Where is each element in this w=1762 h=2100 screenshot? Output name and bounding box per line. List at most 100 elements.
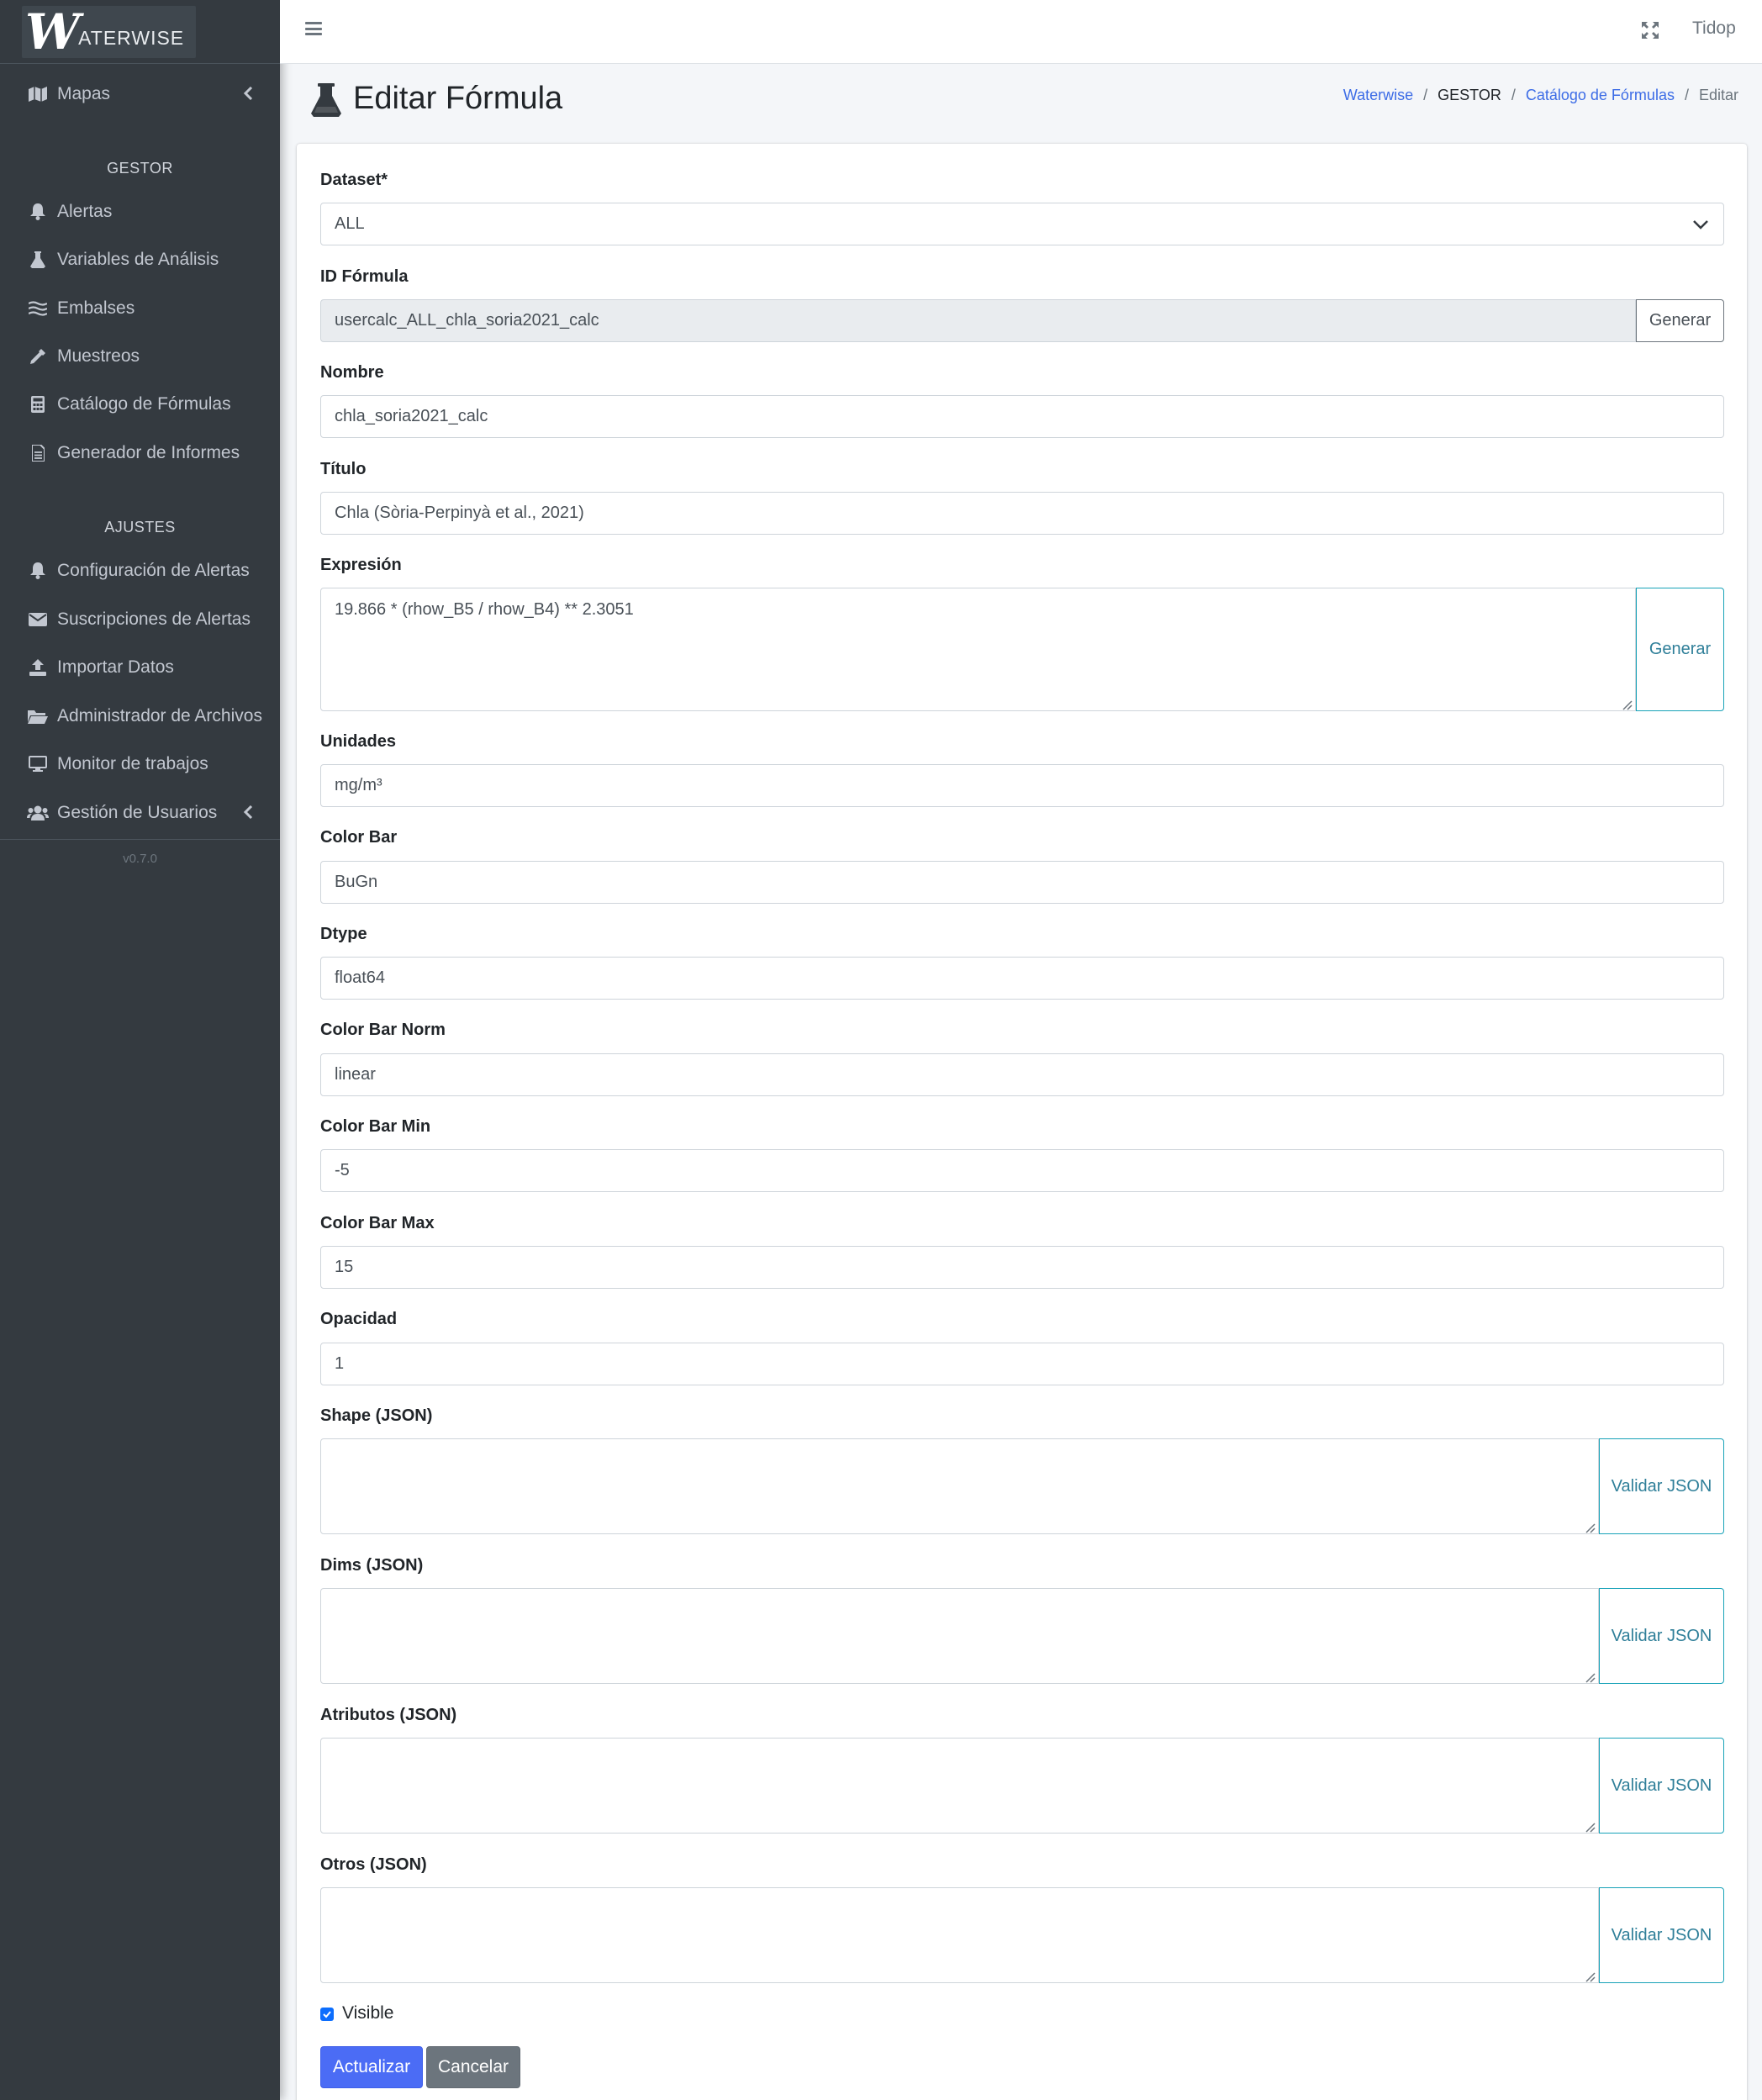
chevron-left-icon (243, 83, 253, 105)
sidebar-header-ajustes: AJUSTES (104, 519, 176, 536)
topbar: Tidop (280, 0, 1762, 64)
color-bar-norm-input[interactable]: linear (320, 1053, 1724, 1096)
sidebar-item-label: Configuración de Alertas (57, 561, 250, 580)
generate-expression-button[interactable]: Generar (1636, 588, 1724, 711)
titulo-input[interactable]: Chla (Sòria-Perpinyà et al., 2021) (320, 492, 1724, 535)
expresion-value: 19.866 * (rhow_B5 / rhow_B4) ** 2.3051 (335, 600, 634, 619)
sidebar-item-variables[interactable]: Variables de Análisis (0, 239, 280, 281)
brand-logo-letter: W (25, 3, 80, 61)
color-bar-min-label: Color Bar Min (320, 1117, 431, 1136)
nombre-label: Nombre (320, 363, 384, 382)
expresion-textarea[interactable]: 19.866 * (rhow_B5 / rhow_B4) ** 2.3051 (320, 588, 1636, 711)
envelope-icon (27, 610, 49, 629)
sidebar-item-administrador[interactable]: Administrador de Archivos (0, 695, 280, 737)
sidebar-item-label: Mapas (57, 84, 111, 103)
dataset-select[interactable]: ALL (320, 203, 1724, 245)
generate-id-button[interactable]: Generar (1636, 299, 1724, 342)
unidades-input[interactable]: mg/m³ (320, 764, 1724, 807)
titulo-label: Título (320, 460, 367, 478)
shape-json-label: Shape (JSON) (320, 1406, 433, 1425)
sidebar-divider (0, 839, 280, 840)
breadcrumb-separator: / (1511, 87, 1516, 103)
validate-dims-json-button[interactable]: Validar JSON (1599, 1588, 1724, 1684)
user-menu[interactable]: Tidop (1692, 18, 1736, 39)
sidebar-item-mapas[interactable]: Mapas (0, 73, 280, 115)
resize-handle-icon[interactable] (1584, 1968, 1596, 1982)
menu-toggle-icon[interactable] (305, 20, 322, 37)
bell-icon (27, 562, 49, 580)
sidebar-item-monitor[interactable]: Monitor de trabajos (0, 743, 280, 785)
opacidad-input[interactable]: 1 (320, 1343, 1724, 1385)
dims-json-label: Dims (JSON) (320, 1556, 424, 1575)
sidebar-item-alertas[interactable]: Alertas (0, 191, 280, 233)
otros-json-textarea[interactable] (320, 1887, 1599, 1983)
sidebar-item-label: Monitor de trabajos (57, 754, 208, 773)
sidebar-item-label: Catálogo de Fórmulas (57, 394, 231, 414)
sidebar-item-label: Embalses (57, 298, 135, 318)
resize-handle-icon[interactable] (1621, 696, 1633, 710)
color-bar-input[interactable]: BuGn (320, 861, 1724, 904)
sidebar-item-label: Administrador de Archivos (57, 706, 262, 726)
breadcrumb: Waterwise / GESTOR / Catálogo de Fórmula… (1343, 87, 1738, 104)
breadcrumb-home[interactable]: Waterwise (1343, 87, 1413, 104)
sidebar-item-configuracion-alertas[interactable]: Configuración de Alertas (0, 550, 280, 592)
sidebar-item-label: Muestreos (57, 346, 140, 366)
breadcrumb-catalogo[interactable]: Catálogo de Fórmulas (1526, 87, 1675, 104)
dtype-label: Dtype (320, 925, 367, 943)
eyedropper-icon (27, 347, 49, 366)
sidebar-item-label: Gestión de Usuarios (57, 803, 218, 822)
dtype-value: float64 (335, 968, 386, 987)
sidebar-item-muestreos[interactable]: Muestreos (0, 335, 280, 377)
dataset-label: Dataset* (320, 171, 388, 189)
update-button[interactable]: Actualizar (320, 2046, 423, 2088)
unidades-label: Unidades (320, 732, 397, 751)
nombre-input[interactable]: chla_soria2021_calc (320, 395, 1724, 438)
expresion-label: Expresión (320, 556, 402, 574)
color-bar-value: BuGn (335, 873, 378, 891)
sidebar-item-suscripciones[interactable]: Suscripciones de Alertas (0, 599, 280, 641)
sidebar-item-label: Variables de Análisis (57, 250, 219, 269)
sidebar-item-embalses[interactable]: Embalses (0, 288, 280, 330)
color-bar-min-input[interactable]: -5 (320, 1149, 1724, 1192)
resize-handle-icon[interactable] (1584, 1818, 1596, 1833)
sidebar-header-gestor: GESTOR (107, 160, 173, 177)
brand[interactable]: W ATERWISE (0, 0, 280, 64)
dims-json-textarea[interactable] (320, 1588, 1599, 1684)
fullscreen-icon[interactable] (1640, 20, 1660, 40)
brand-name: ATERWISE (78, 26, 185, 49)
resize-handle-icon[interactable] (1584, 1669, 1596, 1683)
shape-json-textarea[interactable] (320, 1438, 1599, 1534)
dtype-input[interactable]: float64 (320, 957, 1724, 1000)
visible-checkbox[interactable] (320, 2008, 334, 2021)
flask-icon (27, 251, 49, 269)
atributos-json-textarea[interactable] (320, 1738, 1599, 1834)
opacidad-label: Opacidad (320, 1310, 398, 1328)
resize-handle-icon[interactable] (1584, 1519, 1596, 1533)
sidebar-item-generador[interactable]: Generador de Informes (0, 432, 280, 474)
sidebar-item-label: Generador de Informes (57, 443, 240, 462)
opacidad-value: 1 (335, 1354, 345, 1373)
page-title: Editar Fórmula (353, 81, 563, 116)
flask-icon (311, 83, 341, 117)
cancel-button[interactable]: Cancelar (426, 2046, 520, 2088)
check-icon (323, 2011, 331, 2018)
nombre-value: chla_soria2021_calc (335, 407, 488, 425)
sidebar-item-catalogo[interactable]: Catálogo de Fórmulas (0, 383, 280, 425)
validate-atributos-json-button[interactable]: Validar JSON (1599, 1738, 1724, 1834)
app-version: v0.7.0 (123, 852, 157, 866)
validate-otros-json-button[interactable]: Validar JSON (1599, 1887, 1724, 1983)
sidebar: W ATERWISE Mapas GESTOR Alertas Variable… (0, 0, 280, 2100)
sidebar-item-importar[interactable]: Importar Datos (0, 646, 280, 689)
atributos-json-label: Atributos (JSON) (320, 1706, 457, 1724)
validate-shape-json-button[interactable]: Validar JSON (1599, 1438, 1724, 1534)
sidebar-item-usuarios[interactable]: Gestión de Usuarios (0, 792, 280, 834)
breadcrumb-separator: / (1423, 87, 1428, 103)
id-formula-label: ID Fórmula (320, 267, 409, 286)
brand-logo[interactable]: W ATERWISE (22, 3, 197, 61)
visible-label[interactable]: Visible (342, 2003, 393, 2023)
file-alt-icon (27, 444, 49, 462)
color-bar-norm-value: linear (335, 1065, 376, 1084)
color-bar-max-input[interactable]: 15 (320, 1246, 1724, 1289)
dataset-value: ALL (335, 214, 365, 233)
color-bar-max-value: 15 (335, 1258, 354, 1276)
